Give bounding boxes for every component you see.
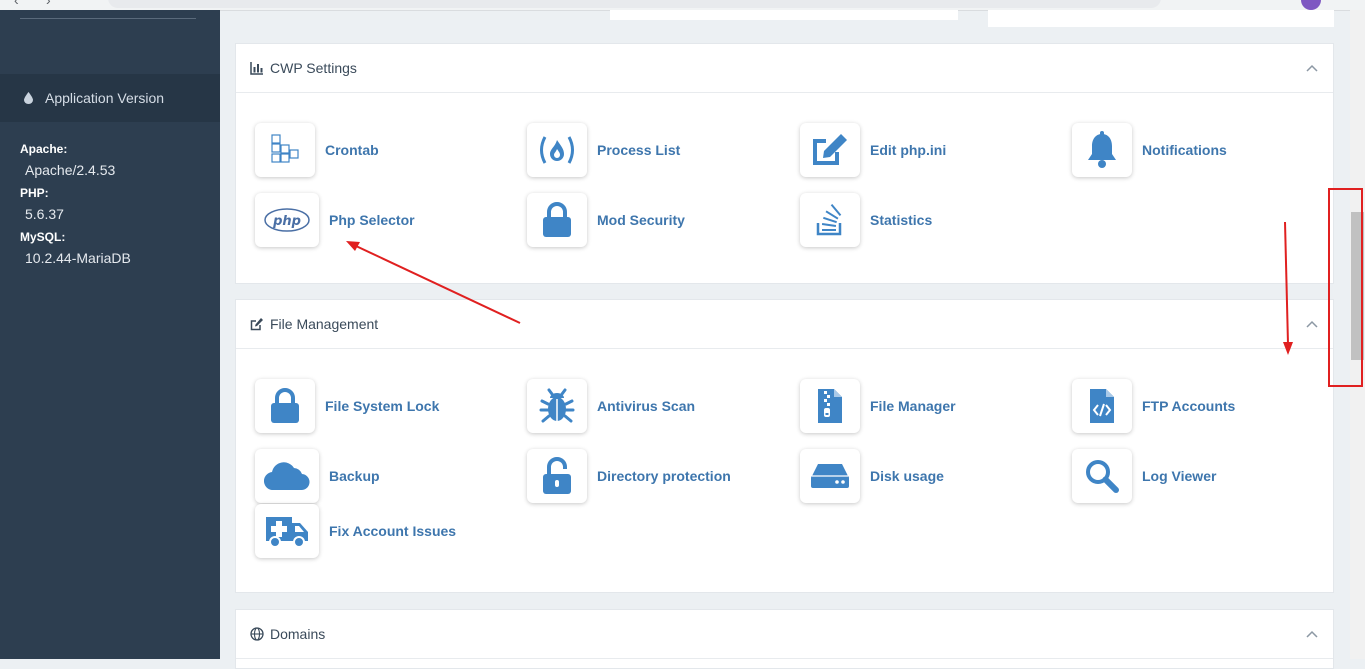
file-manager-tile[interactable]: File Manager [800, 379, 956, 433]
disk-usage-tile[interactable]: Disk usage [800, 449, 944, 503]
bell-icon [1088, 131, 1116, 168]
bug-icon [539, 388, 575, 423]
sidebar-divider [20, 18, 196, 19]
antivirus-scan-label: Antivirus Scan [597, 398, 696, 414]
search-icon [1086, 460, 1119, 493]
ambulance-icon [266, 517, 308, 548]
panel-fragment [610, 10, 958, 20]
cwp-settings-panel: CWP Settings Crontab Process List Edit p… [235, 43, 1334, 284]
lock-icon [271, 388, 299, 423]
domains-title: Domains [270, 626, 326, 642]
fix-account-issues-label: Fix Account Issues [329, 523, 457, 539]
sidebar: Application Version Apache: Apache/2.4.5… [0, 10, 220, 659]
domains-panel: Domains [235, 609, 1334, 669]
ftp-accounts-label: FTP Accounts [1142, 398, 1236, 414]
globe-icon [250, 627, 264, 641]
mod-security-label: Mod Security [597, 212, 685, 228]
log-viewer-tile[interactable]: Log Viewer [1072, 449, 1216, 503]
backup-tile[interactable]: Backup [255, 449, 380, 503]
file-management-header[interactable]: File Management [236, 300, 1333, 349]
application-version-label: Application Version [45, 90, 165, 106]
antivirus-scan-tile[interactable]: Antivirus Scan [527, 379, 695, 433]
apache-value: Apache/2.4.53 [25, 162, 116, 178]
php-value: 5.6.37 [25, 206, 64, 222]
statistics-label: Statistics [870, 212, 933, 228]
domains-header[interactable]: Domains [236, 610, 1333, 659]
panel-fragment [988, 10, 1334, 27]
lock-icon [543, 202, 571, 237]
profile-avatar[interactable] [1301, 0, 1321, 10]
file-manager-label: File Manager [870, 398, 956, 414]
crontab-tile[interactable]: Crontab [255, 123, 379, 177]
unlock-icon [543, 457, 571, 494]
mod-security-tile[interactable]: Mod Security [527, 193, 685, 247]
statistics-tile[interactable]: Statistics [800, 193, 932, 247]
file-code-icon [1090, 389, 1114, 423]
forward-icon[interactable]: › [46, 0, 51, 8]
application-version-header[interactable]: Application Version [0, 74, 220, 122]
crontab-icon [271, 134, 299, 163]
file-system-lock-tile[interactable]: File System Lock [255, 379, 439, 433]
ftp-accounts-tile[interactable]: FTP Accounts [1072, 379, 1235, 433]
cwp-settings-header[interactable]: CWP Settings [236, 44, 1333, 93]
php-icon: php [264, 208, 310, 232]
edit-phpini-tile[interactable]: Edit php.ini [800, 123, 946, 177]
edit-icon [813, 134, 847, 165]
edit-icon [250, 318, 263, 331]
back-icon[interactable]: ‹ [14, 0, 19, 8]
address-bar[interactable] [108, 0, 1161, 8]
file-archive-icon [818, 389, 842, 423]
annotation-highlight-box [1328, 188, 1363, 387]
chevron-up-icon[interactable] [1305, 61, 1319, 75]
backup-label: Backup [329, 468, 380, 484]
notifications-tile[interactable]: Notifications [1072, 123, 1227, 177]
stack-icon [816, 203, 842, 236]
php-selector-tile[interactable]: php Php Selector [255, 193, 415, 247]
log-viewer-label: Log Viewer [1142, 468, 1217, 484]
mysql-value: 10.2.44-MariaDB [25, 250, 131, 266]
droplet-icon [24, 92, 33, 104]
file-management-title: File Management [270, 316, 379, 332]
version-list: Apache: Apache/2.4.53 PHP: 5.6.37 MySQL:… [20, 140, 210, 272]
notifications-label: Notifications [1142, 142, 1227, 158]
fix-account-issues-tile[interactable]: Fix Account Issues [255, 504, 456, 558]
disk-usage-label: Disk usage [870, 468, 944, 484]
hdd-icon [811, 464, 849, 488]
cloud-icon [264, 462, 310, 491]
edit-phpini-label: Edit php.ini [870, 142, 947, 158]
chevron-up-icon[interactable] [1305, 627, 1319, 641]
file-system-lock-label: File System Lock [325, 398, 440, 414]
crontab-label: Crontab [325, 142, 379, 158]
process-list-label: Process List [597, 142, 681, 158]
process-list-tile[interactable]: Process List [527, 123, 680, 177]
chevron-up-icon[interactable] [1305, 317, 1319, 331]
directory-protection-tile[interactable]: Directory protection [527, 449, 731, 503]
cwp-settings-title: CWP Settings [270, 60, 357, 76]
directory-protection-label: Directory protection [597, 468, 731, 484]
svg-text:php: php [272, 214, 301, 229]
process-list-icon [540, 136, 574, 164]
bar-chart-icon [250, 62, 263, 75]
file-management-panel: File Management File System Lock Antivir… [235, 299, 1334, 593]
php-selector-label: Php Selector [329, 212, 415, 228]
